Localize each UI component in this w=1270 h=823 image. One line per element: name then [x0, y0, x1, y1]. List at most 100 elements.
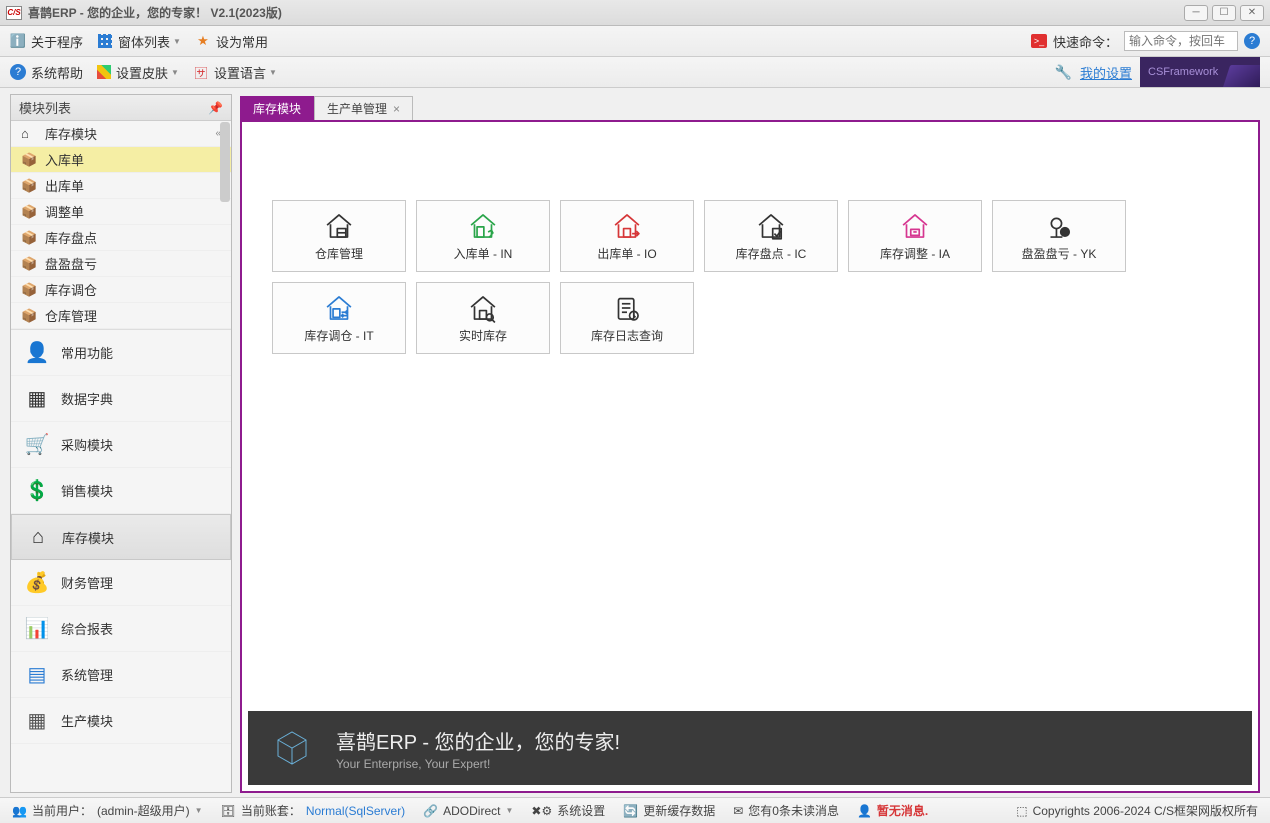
- pin-icon[interactable]: 📌: [208, 101, 223, 115]
- module-item[interactable]: ▦数据字典: [11, 376, 231, 422]
- tile-log[interactable]: 库存日志查询: [560, 282, 694, 354]
- tile-label: 库存盘点 - IC: [736, 245, 807, 262]
- quick-command: >_ 快速命令： ?: [1031, 31, 1260, 51]
- tree-scrollbar[interactable]: [220, 122, 230, 202]
- tile-label: 库存调仓 - IT: [304, 327, 373, 344]
- setlang-menu[interactable]: 🈂设置语言▼: [193, 63, 277, 82]
- tile-label: 入库单 - IN: [454, 245, 513, 262]
- mysettings-link[interactable]: 我的设置: [1080, 63, 1132, 82]
- person-icon: 👤: [857, 804, 872, 818]
- module-list: 👤常用功能▦数据字典🛒采购模块💲销售模块⌂库存模块💰财务管理 📊 综合报表 ▤系统管理…: [11, 330, 231, 792]
- tree-item-label: 库存盘点: [45, 228, 97, 247]
- svg-text:%: %: [1062, 229, 1068, 236]
- module-item[interactable]: ⌂库存模块: [11, 514, 231, 560]
- link-icon: 🔗: [423, 804, 438, 818]
- footer-banner: 喜鹊ERP - 您的企业，您的专家! Your Enterprise, Your…: [248, 711, 1252, 785]
- status-bar: 👥当前用户：(admin-超级用户)▼ 🗄当前账套：Normal(SqlServ…: [0, 797, 1270, 823]
- window-title: 喜鹊ERP - 您的企业，您的专家！ V2.1(2023版): [28, 4, 282, 21]
- tree-item[interactable]: 📦库存调仓: [11, 277, 231, 303]
- tile-out[interactable]: 出库单 - IO: [560, 200, 694, 272]
- module-label: 财务管理: [61, 573, 113, 592]
- cube-icon: [268, 724, 316, 772]
- about-menu[interactable]: ℹ️关于程序: [10, 32, 83, 51]
- setskin-menu[interactable]: 设置皮肤▼: [97, 63, 179, 82]
- question-icon: ?: [10, 64, 26, 80]
- tile-adjust[interactable]: 库存调整 - IA: [848, 200, 982, 272]
- module-item[interactable]: 📊 综合报表: [11, 606, 231, 652]
- status-account: 🗄当前账套：Normal(SqlServer): [221, 802, 406, 819]
- tree-item[interactable]: 📦 入库单: [11, 147, 231, 173]
- tile-balance[interactable]: % 盘盈盘亏 - YK: [992, 200, 1126, 272]
- tab[interactable]: 生产单管理×: [314, 96, 413, 120]
- status-sysset[interactable]: ✖⚙系统设置: [531, 802, 605, 819]
- tile-check[interactable]: 库存盘点 - IC: [704, 200, 838, 272]
- module-label: 销售模块: [61, 481, 113, 500]
- maximize-button[interactable]: ☐: [1212, 5, 1236, 21]
- status-ado[interactable]: 🔗ADODirect▼: [423, 804, 513, 818]
- minimize-button[interactable]: ─: [1184, 5, 1208, 21]
- tabs: 库存模块生产单管理×: [240, 94, 1260, 120]
- tile-label: 盘盈盘亏 - YK: [1022, 245, 1097, 262]
- module-icon: 👤: [25, 341, 49, 365]
- module-icon: 📊: [25, 617, 49, 641]
- module-item[interactable]: ▦生产模块: [11, 698, 231, 744]
- tile-label: 仓库管理: [315, 245, 363, 262]
- module-item[interactable]: 💲销售模块: [11, 468, 231, 514]
- close-button[interactable]: ✕: [1240, 5, 1264, 21]
- refresh-icon: 🔄: [623, 804, 638, 818]
- csframework-banner[interactable]: CSFramework: [1140, 57, 1260, 87]
- status-nomsg: 👤暂无消息.: [857, 802, 928, 819]
- box-icon: 📦: [21, 152, 37, 168]
- quickcmd-label: 快速命令：: [1053, 32, 1118, 51]
- status-copyright: ⬚Copyrights 2006-2024 C/S框架网版权所有: [1016, 802, 1258, 819]
- tab-close-icon[interactable]: ×: [393, 102, 400, 116]
- module-label: 数据字典: [61, 389, 113, 408]
- sidebar-tree: ⌂ 库存模块 « 📦入库单📦出库单📦调整单📦库存盘点📦盘盈盘亏📦库存调仓📦仓库管…: [11, 121, 231, 330]
- tile-in[interactable]: 入库单 - IN: [416, 200, 550, 272]
- app-logo-icon: C/S: [6, 6, 22, 20]
- module-item[interactable]: ▤系统管理: [11, 652, 231, 698]
- tab[interactable]: 库存模块: [240, 96, 314, 120]
- formlist-menu[interactable]: 窗体列表▼: [97, 32, 181, 51]
- setdefault-menu[interactable]: ★设为常用: [195, 32, 268, 51]
- tree-item[interactable]: 📦出库单: [11, 173, 231, 199]
- db-icon: 🗄: [221, 804, 236, 818]
- tree-item[interactable]: 📦调整单: [11, 199, 231, 225]
- module-item[interactable]: 🛒采购模块: [11, 422, 231, 468]
- tile-label: 库存日志查询: [591, 327, 663, 344]
- module-label: 综合报表: [61, 619, 113, 638]
- status-refresh[interactable]: 🔄更新缓存数据: [623, 802, 715, 819]
- box-icon: 📦: [21, 282, 37, 298]
- gear-icon: ✖⚙: [531, 804, 552, 818]
- palette-icon: [97, 65, 111, 79]
- module-icon: 🛒: [25, 433, 49, 457]
- grid-icon: [97, 33, 113, 49]
- tile-transfer[interactable]: 库存调仓 - IT: [272, 282, 406, 354]
- module-item[interactable]: 💰财务管理: [11, 560, 231, 606]
- terminal-icon: >_: [1031, 34, 1047, 48]
- tree-item[interactable]: 📦仓库管理: [11, 303, 231, 329]
- status-user[interactable]: 👥当前用户：(admin-超级用户)▼: [12, 802, 203, 819]
- tree-header[interactable]: ⌂ 库存模块 «: [11, 121, 231, 147]
- home-icon: ⌂: [21, 126, 37, 142]
- wrench-icon: 🔧: [1055, 64, 1072, 81]
- tree-item[interactable]: 📦库存盘点: [11, 225, 231, 251]
- tile-realtime[interactable]: 实时库存: [416, 282, 550, 354]
- content-panel: 仓库管理 入库单 - IN 出库单 - IO 库存盘点 - IC 库存调整 - IA% 盘…: [240, 120, 1260, 793]
- tree-item[interactable]: 📦 盘盈盘亏: [11, 251, 231, 277]
- tile-label: 出库单 - IO: [597, 245, 656, 262]
- tile-warehouse[interactable]: 仓库管理: [272, 200, 406, 272]
- sidebar: 模块列表 📌 ⌂ 库存模块 « 📦入库单📦出库单📦调整单📦库存盘点📦盘盈盘亏📦库…: [10, 94, 232, 793]
- module-label: 库存模块: [62, 528, 114, 547]
- help-icon[interactable]: ?: [1244, 33, 1260, 49]
- status-messages[interactable]: ✉您有0条未读消息: [733, 802, 839, 819]
- syshelp-menu[interactable]: ?系统帮助: [10, 63, 83, 82]
- tree-item-label: 盘盈盘亏: [45, 254, 97, 273]
- quickcmd-input[interactable]: [1124, 31, 1238, 51]
- cube-small-icon: ⬚: [1016, 804, 1027, 818]
- tree-item-label: 入库单: [45, 150, 84, 169]
- titlebar: C/S 喜鹊ERP - 您的企业，您的专家！ V2.1(2023版) ─ ☐ ✕: [0, 0, 1270, 26]
- box-icon: 📦: [21, 256, 37, 272]
- module-item[interactable]: 👤常用功能: [11, 330, 231, 376]
- tree-item-label: 仓库管理: [45, 306, 97, 325]
